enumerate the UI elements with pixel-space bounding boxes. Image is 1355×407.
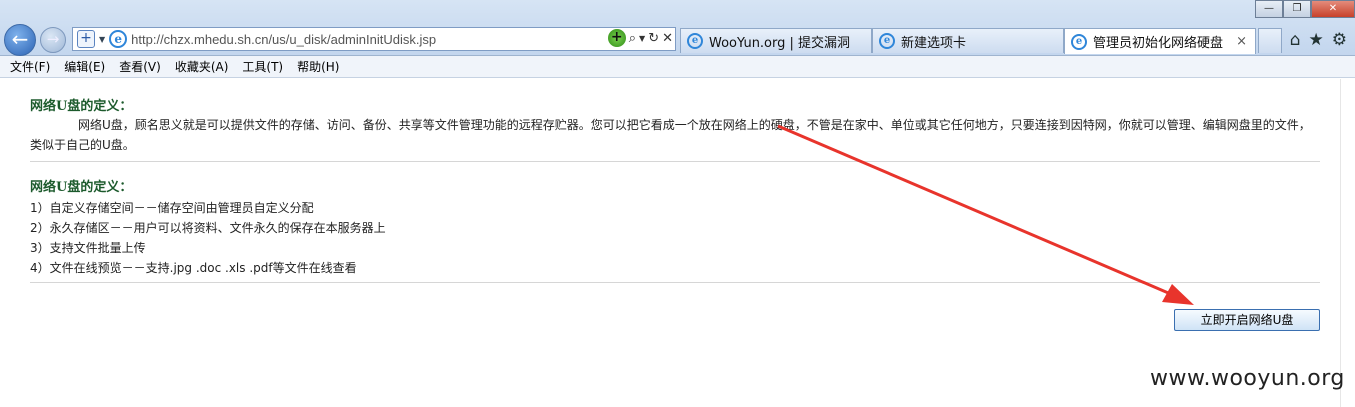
section-title-definition: 网络U盘的定义： xyxy=(30,99,133,114)
divider xyxy=(30,282,1320,283)
tab-new-tab[interactable]: e 新建选项卡 xyxy=(872,28,1064,53)
ie-tab-icon: e xyxy=(687,33,703,49)
feature-item: 4）文件在线预览－－支持.jpg .doc .xls .pdf等文件在线查看 xyxy=(30,261,357,275)
menu-favorites[interactable]: 收藏夹(A) xyxy=(175,58,229,75)
menu-tools[interactable]: 工具(T) xyxy=(242,58,283,75)
vertical-scrollbar[interactable] xyxy=(1340,79,1355,407)
stop-icon[interactable]: ✕ xyxy=(662,31,673,46)
divider xyxy=(30,161,1320,162)
url-text[interactable]: http://chzx.mhedu.sh.cn/us/u_disk/adminI… xyxy=(131,32,436,47)
maximize-button[interactable]: ❐ xyxy=(1283,0,1311,18)
add-favorite-icon[interactable]: + xyxy=(77,30,95,48)
address-bar[interactable]: + ▼ e http://chzx.mhedu.sh.cn/us/u_disk/… xyxy=(72,27,676,51)
menu-file[interactable]: 文件(F) xyxy=(10,58,50,75)
menu-edit[interactable]: 编辑(E) xyxy=(64,58,105,75)
browser-chrome: — ❐ ✕ ← → + ▼ e http://chzx.mhedu.sh.cn/… xyxy=(0,0,1355,56)
back-button[interactable]: ← xyxy=(4,24,36,56)
feature-item: 2）永久存储区－－用户可以将资料、文件永久的保存在本服务器上 xyxy=(30,221,386,235)
watermark: www.wooyun.org xyxy=(1150,366,1345,391)
dropdown-caret-icon[interactable]: ▼ xyxy=(99,35,105,44)
refresh-icon[interactable]: ↻ xyxy=(648,31,659,46)
menu-bar: 文件(F) 编辑(E) 查看(V) 收藏夹(A) 工具(T) 帮助(H) xyxy=(0,56,1355,78)
tab-label: 新建选项卡 xyxy=(901,35,967,51)
tab-label: WooYun.org | 提交漏洞 xyxy=(709,35,851,51)
ie-tab-icon: e xyxy=(1071,33,1087,50)
close-window-button[interactable]: ✕ xyxy=(1311,0,1355,18)
home-icon[interactable]: ⌂ xyxy=(1290,30,1301,50)
ie-page-icon: e xyxy=(109,30,128,48)
feature-item: 3）支持文件批量上传 xyxy=(30,241,146,255)
search-icon[interactable]: ⌕ xyxy=(629,31,636,46)
tab-wooyun[interactable]: e WooYun.org | 提交漏洞 xyxy=(680,28,872,53)
tab-close-icon[interactable]: × xyxy=(1236,34,1247,49)
menu-help[interactable]: 帮助(H) xyxy=(297,58,339,75)
definition-paragraph: 网络U盘，顾名思义就是可以提供文件的存储、访问、备份、共享等文件管理功能的远程存… xyxy=(30,118,1311,152)
menu-view[interactable]: 查看(V) xyxy=(119,58,161,75)
feature-item: 1）自定义存储空间－－储存空间由管理员自定义分配 xyxy=(30,201,314,215)
forward-arrow-icon: → xyxy=(46,30,60,48)
open-network-udisk-button[interactable]: 立即开启网络U盘 xyxy=(1174,309,1320,331)
minimize-button[interactable]: — xyxy=(1255,0,1283,18)
compatibility-view-icon[interactable]: + xyxy=(607,29,626,47)
forward-button[interactable]: → xyxy=(40,27,66,53)
page-content: 网络U盘的定义： 网络U盘，顾名思义就是可以提供文件的存储、访问、备份、共享等文… xyxy=(0,79,1340,407)
toolbar-right-icons: ⌂ ★ ⚙ xyxy=(1290,30,1347,50)
search-dropdown-icon[interactable]: ▼ xyxy=(639,34,645,43)
back-arrow-icon: ← xyxy=(11,27,29,51)
ie-tab-icon: e xyxy=(879,33,895,49)
new-tab-button[interactable] xyxy=(1258,28,1282,53)
tab-label: 管理员初始化网络硬盘 xyxy=(1093,36,1224,51)
tools-gear-icon[interactable]: ⚙ xyxy=(1332,30,1347,50)
section-title-features: 网络U盘的定义： xyxy=(30,180,133,195)
tab-admin-init-udisk[interactable]: e 管理员初始化网络硬盘 × xyxy=(1064,28,1256,54)
favorites-star-icon[interactable]: ★ xyxy=(1309,30,1324,50)
window-controls: — ❐ ✕ xyxy=(1255,0,1355,18)
